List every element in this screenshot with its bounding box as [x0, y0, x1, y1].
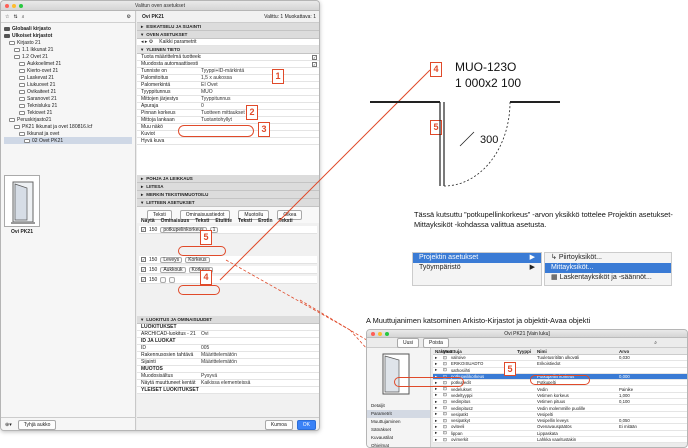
variable-name[interactable]: oviteeli — [451, 424, 517, 429]
variable-name[interactable]: vedeltyyppi — [451, 393, 517, 398]
lock-icon[interactable]: ⊡ — [443, 405, 451, 411]
lock-icon[interactable]: ⊡ — [443, 367, 451, 373]
search-icon[interactable]: ⌕ — [654, 340, 657, 346]
lock-icon[interactable]: ⊡ — [443, 361, 451, 367]
object-editor-window: Ovi PK21 [Vain luku] Uusi Poista ⌕ Detal… — [366, 329, 688, 448]
eye-icon[interactable]: ▸ — [433, 405, 443, 411]
variable-value[interactable]: 0,030 — [619, 355, 679, 360]
editor-nav-item[interactable]: Detaljit — [367, 402, 430, 410]
variable-name[interactable]: vedelukset — [451, 387, 517, 392]
new-parameter-button[interactable]: Uusi — [397, 337, 420, 348]
variable-label[interactable]: Vesipellin leveys — [537, 418, 619, 423]
eye-icon[interactable]: ▸ — [433, 430, 443, 436]
eye-icon[interactable]: ▸ — [433, 355, 443, 361]
variable-label[interactable]: Vedin molemmille puolille — [537, 406, 619, 411]
lock-icon[interactable]: ⊡ — [443, 411, 451, 417]
grid-row[interactable]: ▸ ⊡ ovimerkit Lahkka vaaritustakin — [433, 437, 687, 444]
callout-5-window2: 5 — [504, 362, 516, 376]
variable-value[interactable]: 1,000 — [619, 393, 679, 398]
variable-label[interactable]: Vetimen korkeus — [537, 393, 619, 398]
eye-icon[interactable]: ▸ — [433, 392, 443, 398]
editor-nav-item[interactable]: Sätnäkset — [367, 426, 430, 434]
variable-value[interactable]: Painike — [619, 387, 679, 392]
parameter-grid-header: Näkymä Muuttuja Tyyppi Nimi Arvo — [433, 348, 687, 355]
lock-icon[interactable]: ⊡ — [443, 418, 451, 424]
highlight-param-name — [530, 375, 590, 385]
variable-label[interactable]: Ovenavauspäätös — [537, 424, 619, 429]
eye-icon[interactable]: ▸ — [433, 411, 443, 417]
variable-name[interactable]: lippan — [451, 431, 517, 436]
highlight-variable — [394, 377, 464, 387]
variable-label[interactable]: Tuuletusritilän ulkoväli — [537, 355, 619, 360]
variable-value[interactable]: 0,000 — [619, 374, 679, 379]
grid-header-cell: Nimi — [537, 348, 547, 354]
variable-label[interactable]: Vedin — [537, 387, 619, 392]
variable-label[interactable]: Erikoistiedot — [537, 361, 619, 366]
editor-nav-item[interactable]: Parametrit — [367, 410, 430, 418]
zoom-window-button[interactable] — [385, 332, 389, 336]
variable-name[interactable]: vesipatkyt — [451, 418, 517, 423]
door-thumbnail — [382, 353, 410, 395]
object-editor-titlebar: Ovi PK21 [Vain luku] — [367, 330, 687, 338]
editor-nav-item[interactable]: Kuvaustilat — [367, 434, 430, 442]
delete-parameter-button[interactable]: Poista — [423, 337, 449, 348]
lock-icon[interactable]: ⊡ — [443, 399, 451, 405]
eye-icon[interactable]: ▸ — [433, 399, 443, 405]
variable-label[interactable]: Lippaskata — [537, 431, 619, 436]
editor-nav-item[interactable]: Ohjelmat — [367, 442, 430, 447]
variable-name[interactable]: ovimerkit — [451, 437, 517, 442]
variable-name[interactable]: vesipatkt — [451, 412, 517, 417]
lock-icon[interactable]: ⊡ — [443, 392, 451, 398]
eye-icon[interactable]: ▸ — [433, 361, 443, 367]
eye-icon[interactable]: ▸ — [433, 386, 443, 392]
lock-icon[interactable]: ⊡ — [443, 430, 451, 436]
grid-header-cell: Arvo — [619, 348, 630, 354]
eye-icon[interactable]: ▸ — [433, 367, 443, 373]
eye-icon[interactable]: ▸ — [433, 424, 443, 430]
variable-label[interactable]: Vesipelti — [537, 412, 619, 417]
grid-header-cell: Näkymä — [435, 348, 453, 354]
lock-icon[interactable]: ⊡ — [443, 355, 451, 361]
parameter-grid-rows: ▸ ⊡ valroive Tuuletusritilän ulkoväli 0,030 ▸… — [433, 355, 687, 444]
lock-icon[interactable]: ⊡ — [443, 386, 451, 392]
minimize-window-button[interactable] — [378, 332, 382, 336]
editor-nav-item[interactable]: Muuttujaminen — [367, 418, 430, 426]
variable-value[interactable]: 0,100 — [619, 399, 679, 404]
variable-name[interactable]: valroive — [451, 355, 517, 360]
parameter-grid: Näkymä Muuttuja Tyyppi Nimi Arvo ▸ ⊡ valroive T… — [433, 348, 687, 444]
variable-name[interactable]: vedinpitus — [451, 399, 517, 404]
grid-header-cell: Tyyppi — [517, 348, 532, 354]
variable-value[interactable]: 0,050 — [619, 418, 679, 423]
grid-header-cell: Muuttuja — [443, 348, 462, 354]
object-editor-nav: Detaljit Parametrit Muuttujaminen Sätnäkset… — [367, 402, 430, 447]
variable-value[interactable]: Ei mitään — [619, 424, 679, 429]
eye-icon[interactable]: ▸ — [433, 437, 443, 443]
variable-label[interactable]: Vetimen pituus — [537, 399, 619, 404]
object-editor-sidebar: Detaljit Parametrit Muuttujaminen Sätnäkset… — [367, 348, 431, 447]
object-editor-title: Ovi PK21 [Vain luku] — [504, 331, 550, 337]
lock-icon[interactable]: ⊡ — [443, 424, 451, 430]
lock-icon[interactable]: ⊡ — [443, 437, 451, 443]
close-window-button[interactable] — [371, 332, 375, 336]
object-editor-toolbar: Uusi Poista ⌕ — [367, 337, 687, 348]
variable-name[interactable]: vedinpitus2 — [451, 406, 517, 411]
variable-label[interactable]: Lahkka vaaritustakin — [537, 437, 619, 442]
eye-icon[interactable]: ▸ — [433, 418, 443, 424]
